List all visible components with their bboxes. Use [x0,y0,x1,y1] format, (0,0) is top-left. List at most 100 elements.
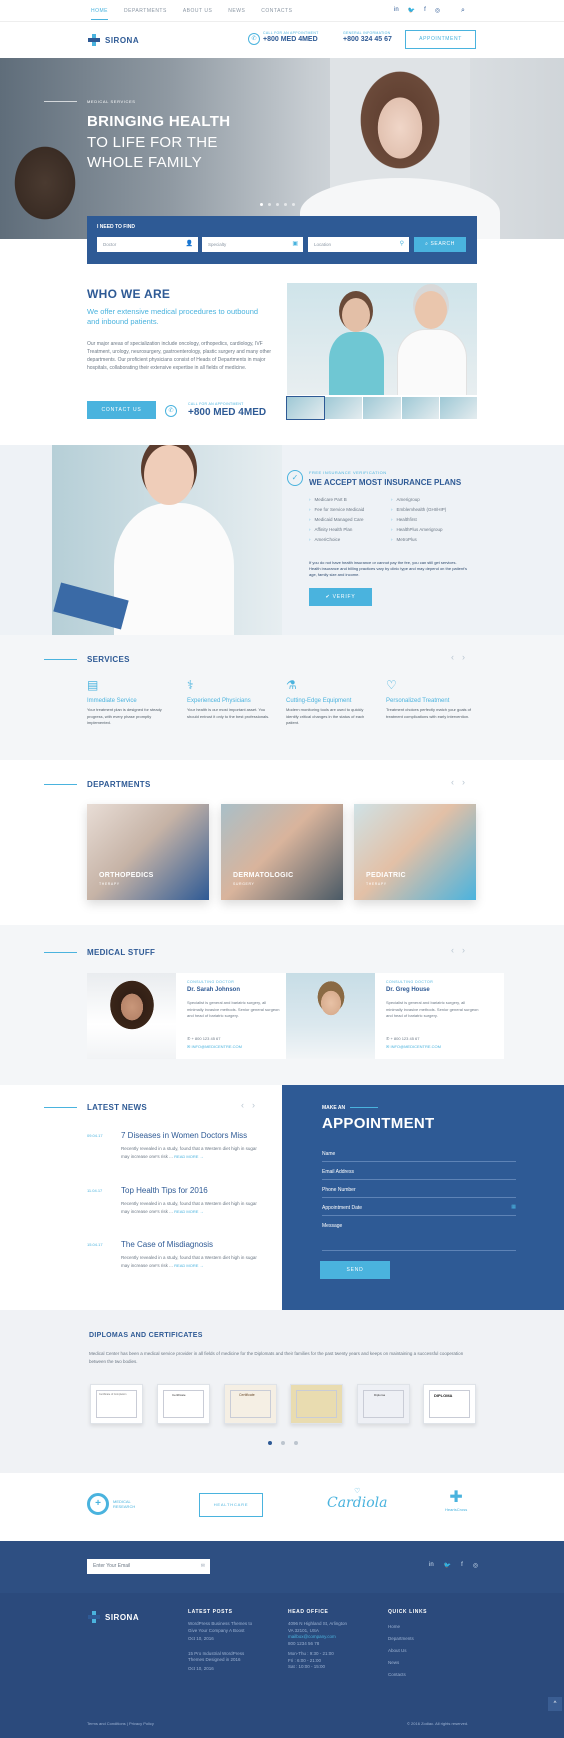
scroll-top-button[interactable]: ^ [548,1697,562,1711]
nav-about[interactable]: ABOUT US [183,8,212,20]
next-arrow-icon[interactable]: › [462,945,465,955]
prev-arrow-icon[interactable]: ‹ [451,652,454,662]
send-button[interactable]: SEND [320,1261,390,1279]
next-arrow-icon[interactable]: › [462,777,465,787]
slider-dot[interactable] [281,1441,285,1445]
thumbnail[interactable] [325,397,363,419]
diploma-slider-dots [268,1441,298,1445]
footer-link-home[interactable]: Home [388,1621,427,1633]
read-more-link[interactable]: READ MORE → [174,1263,203,1268]
slider-dot[interactable] [276,203,279,206]
thumbnail[interactable] [285,396,326,420]
phone-field[interactable]: Phone Number [322,1183,516,1198]
slider-dot[interactable] [294,1441,298,1445]
search-icon[interactable]: ⌕ [461,7,465,15]
doctor-name[interactable]: Dr. Greg House [386,987,430,993]
post-link[interactable]: 15 Pro Industrial WordPress Themes Desig… [188,1651,258,1664]
privacy-link[interactable]: Privacy Policy [129,1721,154,1726]
diploma-image[interactable]: Certificate of Completion [90,1384,143,1424]
news-title-link[interactable]: 7 Diseases in Women Doctors Miss [121,1131,247,1140]
nav-home[interactable]: HOME [91,8,108,20]
service-title[interactable]: Immediate Service [87,698,175,704]
slider-dot[interactable] [268,1441,272,1445]
contact-us-button[interactable]: CONTACT US [87,401,156,419]
instagram-icon[interactable]: ◎ [473,1562,478,1569]
linkedin-icon[interactable]: in [429,1562,434,1569]
slider-dot[interactable] [260,203,263,206]
facebook-icon[interactable]: f [461,1562,463,1569]
email-subscribe-input[interactable]: Enter Your Email ✉ [87,1559,210,1574]
mail-icon[interactable]: ✉ [201,1559,205,1574]
read-more-link[interactable]: READ MORE → [174,1154,203,1159]
prev-arrow-icon[interactable]: ‹ [451,777,454,787]
diploma-image[interactable]: Diploma [357,1384,410,1424]
footer-link-contacts[interactable]: Contacts [388,1669,427,1681]
shield-check-icon: ✓ [287,470,303,486]
thumbnail[interactable] [363,397,401,419]
thumbnail[interactable] [439,397,478,419]
facebook-icon[interactable]: f [424,7,426,14]
doctor-input[interactable]: Doctor 👤 [97,237,198,252]
footer-link-departments[interactable]: Departments [388,1633,427,1645]
prev-arrow-icon[interactable]: ‹ [241,1100,244,1110]
logo-text: SIRONA [105,35,140,45]
read-more-link[interactable]: READ MORE → [174,1209,203,1214]
slider-dot[interactable] [268,203,271,206]
appointment-button[interactable]: APPOINTMENT [405,30,476,49]
partner-logo[interactable]: + MEDICAL RESEARCH [87,1493,141,1515]
slider-dot[interactable] [292,203,295,206]
doctor-phone-text: + 800 123 45 67 [390,1036,420,1041]
twitter-icon[interactable]: 🐦 [444,1562,451,1569]
terms-link[interactable]: Terms and Conditions [87,1721,126,1726]
department-name: PEDIATRIC [366,872,406,879]
footer-link-news[interactable]: News [388,1657,427,1669]
search-button[interactable]: ⌕ SEARCH [414,237,466,252]
message-field[interactable]: Message [322,1219,516,1251]
department-card-pediatric[interactable]: PEDIATRIC THERAPY [354,804,476,900]
plan-item: Amerigroup [391,497,473,502]
linkedin-icon[interactable]: in [394,7,399,14]
services-section: SERVICES ‹ › ▤ Immediate Service Your tre… [0,635,564,760]
slider-dot[interactable] [284,203,287,206]
diploma-image[interactable] [290,1384,343,1424]
post-link[interactable]: WordPress Business Themes to Give Your C… [188,1621,258,1634]
department-card-orthopedics[interactable]: ORTHOPEDICS THERAPY [87,804,209,900]
twitter-icon[interactable]: 🐦 [408,7,415,14]
thumbnail[interactable] [401,397,439,419]
footer-logo[interactable]: SIRONA [88,1611,139,1623]
doctor-name[interactable]: Dr. Sarah Johnson [187,987,240,993]
diploma-image[interactable]: Certificate [224,1384,277,1424]
service-title[interactable]: Personalized Treatment [386,698,474,704]
verify-button[interactable]: ✔ VERIFY [309,588,372,606]
news-title-link[interactable]: The Case of Misdiagnosis [121,1240,213,1249]
service-title[interactable]: Cutting-Edge Equipment [286,698,374,704]
section-divider [350,1107,378,1108]
nav-contacts[interactable]: CONTACTS [261,8,292,20]
footer-link-about[interactable]: About Us [388,1645,427,1657]
partner-logo[interactable]: HEALTHCARE [199,1493,263,1517]
department-card-dermatologic[interactable]: DERMATOLOGIC SURGERY [221,804,343,900]
name-field[interactable]: Name [322,1147,516,1162]
logo[interactable]: SIRONA [88,34,139,46]
service-title[interactable]: Experienced Physicians [187,698,275,704]
diploma-image[interactable]: DIPLOMA [423,1384,476,1424]
doctor-email[interactable]: ✉ INFO@MEDICENTRE.COM [386,1044,441,1049]
news-title-link[interactable]: Top Health Tips for 2016 [121,1186,208,1195]
specialty-select[interactable]: Specialty ▣ [202,237,303,252]
nav-news[interactable]: NEWS [228,8,245,20]
calendar-icon[interactable]: ▦ [511,1204,516,1210]
email-field[interactable]: Email Address [322,1165,516,1180]
diploma-image[interactable]: Certificate [157,1384,210,1424]
doctor-email[interactable]: ✉ INFO@MEDICENTRE.COM [187,1044,242,1049]
hero-title-line-1: BRINGING HEALTH [87,113,231,130]
nav-departments[interactable]: DEPARTMENTS [124,8,167,20]
location-input[interactable]: Location ⚲ [308,237,409,252]
prev-arrow-icon[interactable]: ‹ [451,945,454,955]
call-number: +800 MED 4MED [188,407,267,418]
partner-logo[interactable]: ✚ HeartsCross [445,1487,467,1512]
instagram-icon[interactable]: ◎ [435,7,440,14]
date-field[interactable]: Appointment Date ▦ [322,1201,516,1216]
next-arrow-icon[interactable]: › [252,1100,255,1110]
next-arrow-icon[interactable]: › [462,652,465,662]
partner-logo[interactable]: ♡ Cardiola [327,1487,387,1511]
